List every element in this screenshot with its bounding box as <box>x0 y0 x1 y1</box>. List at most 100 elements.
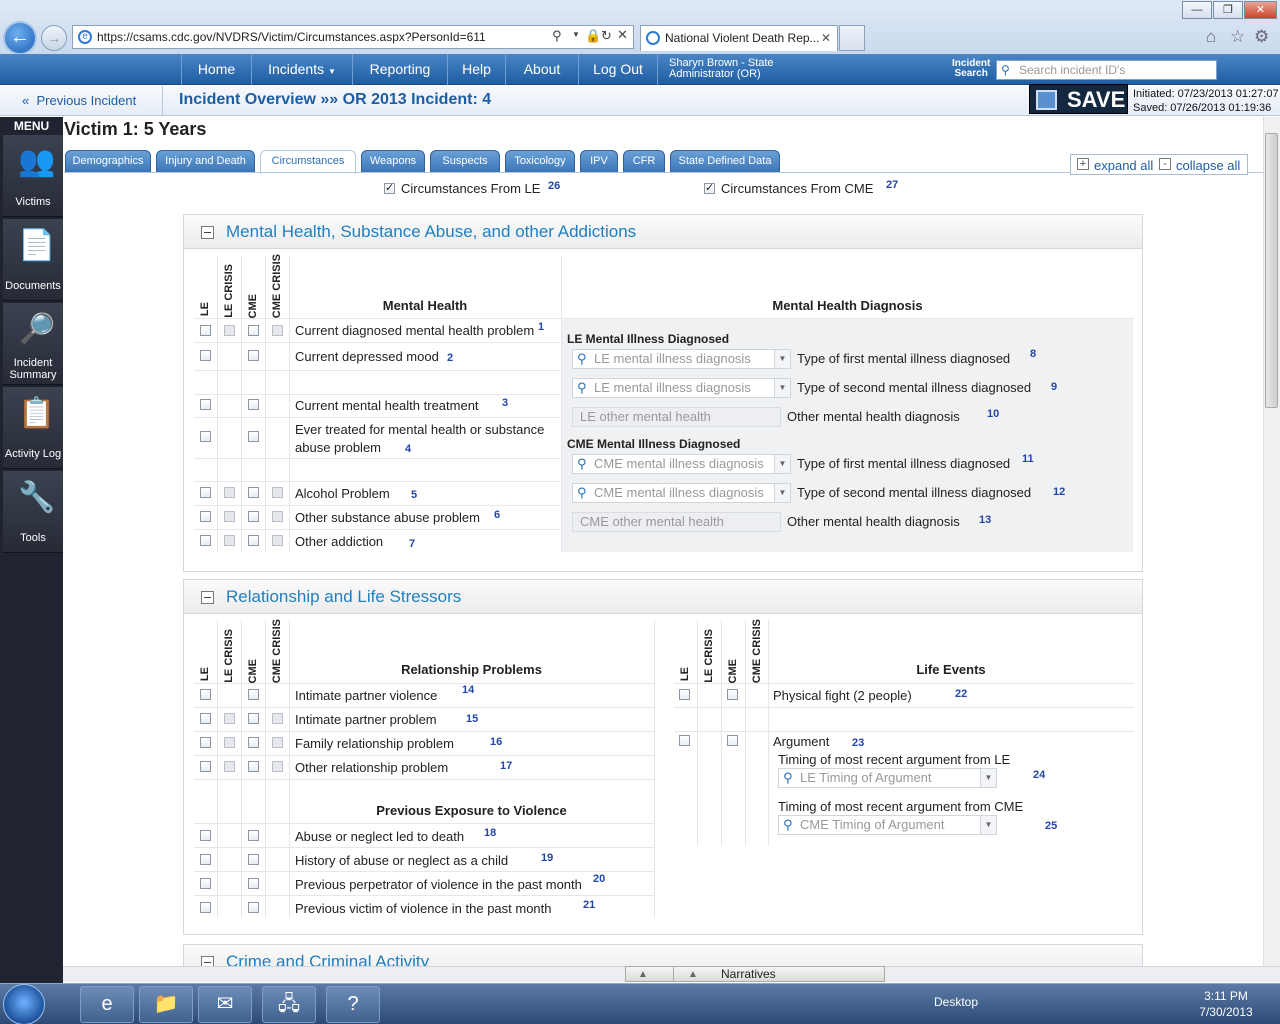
section-header[interactable]: Mental Health, Substance Abuse, and othe… <box>184 215 1142 249</box>
le-second-diagnosis-select[interactable]: ⚲ LE mental illness diagnosis ▼ <box>572 378 791 398</box>
le-checkbox[interactable] <box>200 325 211 336</box>
sidebar-item-victims[interactable]: 👥 Victims <box>3 135 63 217</box>
dropdown-icon[interactable]: ▼ <box>572 30 580 39</box>
tab-circumstances[interactable]: Circumstances <box>260 150 356 174</box>
chevron-up-icon[interactable]: ▲ <box>638 968 648 982</box>
close-window-button[interactable]: ✕ <box>1244 1 1277 19</box>
le-checkbox[interactable] <box>200 854 211 865</box>
cme-checkbox[interactable] <box>248 713 259 724</box>
nav-logout[interactable]: Log Out <box>578 54 658 85</box>
chevron-down-icon[interactable]: ▼ <box>980 769 996 787</box>
new-tab-button[interactable] <box>839 25 865 51</box>
save-button[interactable]: SAVE <box>1029 84 1128 114</box>
le-checkbox[interactable] <box>200 487 211 498</box>
cme-first-diagnosis-select[interactable]: ⚲ CME mental illness diagnosis ▼ <box>572 454 791 474</box>
le-checkbox[interactable] <box>200 902 211 913</box>
cme-timing-select[interactable]: ⚲ CME Timing of Argument ▼ <box>778 815 997 835</box>
chevron-down-icon[interactable]: ▼ <box>774 455 790 473</box>
double-chevron-up-icon[interactable]: ▲ <box>688 968 698 982</box>
home-icon[interactable]: ⌂ <box>1206 27 1216 47</box>
lock-icon[interactable]: 🔒 <box>585 28 601 44</box>
le-checkbox[interactable] <box>679 735 690 746</box>
le-checkbox[interactable] <box>679 689 690 700</box>
le-checkbox[interactable] <box>200 399 211 410</box>
section-header[interactable]: Crime and Criminal Activity <box>184 945 1142 966</box>
chevron-down-icon[interactable]: ▼ <box>774 379 790 397</box>
cme-checkbox[interactable] <box>248 535 259 546</box>
cme-other-mental-health-input[interactable]: CME other mental health <box>572 512 781 532</box>
start-button[interactable] <box>3 984 45 1024</box>
le-crisis-checkbox[interactable] <box>224 737 235 748</box>
cme-checkbox[interactable] <box>248 737 259 748</box>
favorites-star-icon[interactable]: ☆ <box>1230 27 1245 47</box>
tab-weapons[interactable]: Weapons <box>361 150 425 172</box>
sidebar-item-documents[interactable]: 📄 Documents <box>3 219 63 301</box>
le-checkbox[interactable] <box>200 350 211 361</box>
le-checkbox[interactable] <box>200 830 211 841</box>
cme-checkbox[interactable] <box>248 761 259 772</box>
gear-icon[interactable]: ⚙ <box>1254 27 1269 47</box>
circumstances-le-checkbox[interactable] <box>384 181 395 194</box>
cme-checkbox[interactable] <box>248 350 259 361</box>
le-checkbox[interactable] <box>200 689 211 700</box>
maximize-button[interactable]: ❐ <box>1213 1 1243 19</box>
cme-checkbox[interactable] <box>248 399 259 410</box>
le-crisis-checkbox[interactable] <box>224 535 235 546</box>
cme-crisis-checkbox[interactable] <box>272 325 283 336</box>
collapse-icon[interactable] <box>201 226 214 239</box>
tab-ipv[interactable]: IPV <box>580 150 618 172</box>
nav-help[interactable]: Help <box>447 54 505 85</box>
chevron-down-icon[interactable]: ▼ <box>774 350 790 368</box>
cme-checkbox[interactable] <box>248 830 259 841</box>
tab-demographics[interactable]: Demographics <box>65 150 151 172</box>
le-crisis-checkbox[interactable] <box>224 487 235 498</box>
browser-tab[interactable]: National Violent Death Rep... ✕ <box>640 25 838 51</box>
desktop-toolbar-label[interactable]: Desktop <box>934 995 978 1009</box>
cme-checkbox[interactable] <box>248 511 259 522</box>
le-first-diagnosis-select[interactable]: ⚲ LE mental illness diagnosis ▼ <box>572 349 791 369</box>
section-header[interactable]: Relationship and Life Stressors <box>184 580 1142 614</box>
back-button[interactable]: ← <box>3 21 37 55</box>
nav-incidents[interactable]: Incidents ▼ <box>251 54 352 85</box>
chevron-down-icon[interactable]: ▼ <box>774 484 790 502</box>
le-timing-select[interactable]: ⚲ LE Timing of Argument ▼ <box>778 768 997 788</box>
circumstances-cme-checkbox[interactable] <box>704 181 715 194</box>
cme-second-diagnosis-select[interactable]: ⚲ CME mental illness diagnosis ▼ <box>572 483 791 503</box>
le-checkbox[interactable] <box>200 878 211 889</box>
sidebar-item-activity-log[interactable]: 📋 Activity Log <box>3 387 63 469</box>
narratives-toggle[interactable]: ▲ ▲ Narratives <box>625 966 885 982</box>
le-other-mental-health-input[interactable]: LE other mental health <box>572 407 781 427</box>
le-crisis-checkbox[interactable] <box>224 713 235 724</box>
cme-crisis-checkbox[interactable] <box>272 487 283 498</box>
cme-checkbox[interactable] <box>248 854 259 865</box>
le-checkbox[interactable] <box>200 535 211 546</box>
refresh-icon[interactable]: ↻ <box>601 28 612 44</box>
tab-toxicology[interactable]: Toxicology <box>505 150 575 172</box>
cme-crisis-checkbox[interactable] <box>272 737 283 748</box>
le-checkbox[interactable] <box>200 737 211 748</box>
le-crisis-checkbox[interactable] <box>224 761 235 772</box>
stop-icon[interactable]: ✕ <box>617 27 628 43</box>
tab-cfr[interactable]: CFR <box>623 150 665 172</box>
cme-crisis-checkbox[interactable] <box>272 713 283 724</box>
nav-about[interactable]: About <box>505 54 578 85</box>
le-checkbox[interactable] <box>200 431 211 442</box>
nav-reporting[interactable]: Reporting <box>352 54 447 85</box>
scrollbar-thumb[interactable] <box>1265 133 1278 408</box>
incident-search-input[interactable]: ⚲ Search incident ID's <box>996 60 1217 80</box>
minimize-button[interactable]: — <box>1182 1 1212 19</box>
tab-state-defined-data[interactable]: State Defined Data <box>670 150 780 172</box>
le-checkbox[interactable] <box>200 761 211 772</box>
address-bar[interactable]: e https://csams.cdc.gov/NVDRS/Victim/Cir… <box>72 25 634 49</box>
taskbar-outlook[interactable]: ✉ <box>198 986 252 1023</box>
search-icon[interactable]: ⚲ <box>552 28 562 44</box>
cme-crisis-checkbox[interactable] <box>272 511 283 522</box>
cme-checkbox[interactable] <box>727 735 738 746</box>
tab-close-icon[interactable]: ✕ <box>821 26 831 50</box>
sidebar-item-incident-summary[interactable]: 🔎 Incident Summary <box>3 303 63 385</box>
taskbar-explorer[interactable]: 📁 <box>139 986 193 1023</box>
collapse-all-link[interactable]: collapse all <box>1176 156 1240 175</box>
le-crisis-checkbox[interactable] <box>224 511 235 522</box>
le-checkbox[interactable] <box>200 511 211 522</box>
previous-incident-link[interactable]: « Previous Incident <box>22 93 136 108</box>
